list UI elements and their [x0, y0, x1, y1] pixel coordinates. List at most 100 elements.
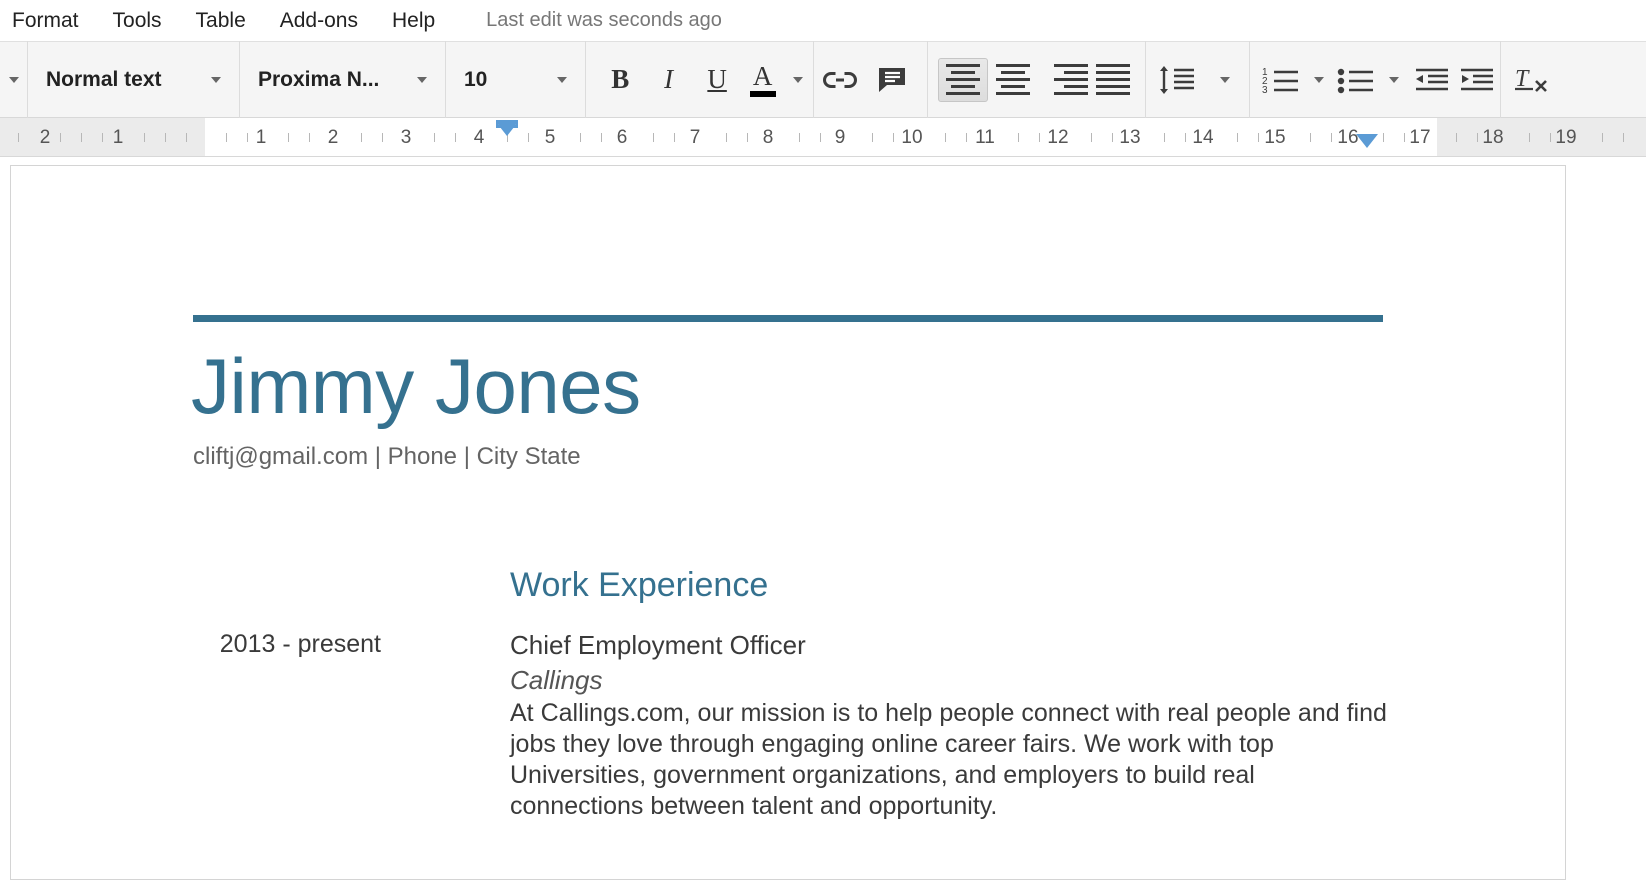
text-color-button[interactable]: A	[741, 54, 784, 106]
bulleted-list-dropdown[interactable]	[1379, 54, 1409, 106]
increase-indent-button[interactable]	[1454, 54, 1500, 106]
numbered-list-icon: 1 2 3	[1262, 67, 1298, 94]
ruler-number: 9	[834, 127, 846, 148]
toolbar-group-font: Proxima N...	[240, 41, 446, 118]
ruler-number: 19	[1555, 127, 1577, 148]
bulleted-list-icon	[1337, 68, 1374, 93]
toolbar-group-align	[928, 41, 1146, 118]
font-family-value: Proxima N...	[258, 67, 380, 91]
font-family-select[interactable]: Proxima N...	[240, 54, 445, 106]
bulleted-list-button[interactable]	[1333, 54, 1379, 106]
text-color-dropdown[interactable]	[784, 54, 813, 106]
resume-contact-line: cliftj@gmail.com | Phone | City State	[193, 443, 581, 470]
align-justify-icon	[1096, 64, 1130, 67]
ruler-number: 17	[1409, 127, 1431, 148]
ruler-number: 15	[1264, 127, 1286, 148]
increase-indent-icon	[1461, 68, 1494, 90]
document-canvas[interactable]: Jimmy Jones cliftj@gmail.com | Phone | C…	[0, 157, 1646, 880]
underline-button[interactable]: U	[693, 54, 741, 106]
menu-help[interactable]: Help	[375, 0, 452, 41]
entry-company: Callings	[510, 665, 603, 695]
align-justify-button[interactable]	[1088, 58, 1138, 102]
toolbar-group-clear: T	[1500, 41, 1600, 118]
insert-link-button[interactable]	[814, 54, 866, 106]
document-page[interactable]: Jimmy Jones cliftj@gmail.com | Phone | C…	[10, 165, 1566, 880]
toolbar-group-style: Normal text	[28, 41, 240, 118]
ruler-number: 3	[400, 127, 412, 148]
chevron-down-icon	[793, 76, 804, 83]
toolbar-group-text-format: B I U A	[586, 41, 814, 118]
chevron-down-icon	[211, 76, 221, 83]
ruler-number: 2	[39, 127, 51, 148]
paragraph-style-select[interactable]: Normal text	[28, 54, 239, 106]
svg-text:3: 3	[1262, 85, 1268, 94]
numbered-list-button[interactable]: 1 2 3	[1258, 54, 1304, 106]
align-left-icon	[946, 64, 980, 67]
decrease-indent-button[interactable]	[1409, 54, 1455, 106]
section-heading-work-experience: Work Experience	[510, 566, 769, 604]
insert-comment-button[interactable]	[866, 54, 918, 106]
right-indent-marker[interactable]	[1356, 134, 1378, 148]
ruler-number: 14	[1192, 127, 1214, 148]
ruler-number: 7	[689, 127, 701, 148]
link-icon	[823, 71, 857, 88]
add-comment-icon	[879, 67, 905, 92]
ruler-right-margin-zone	[1437, 118, 1646, 156]
last-edit-status[interactable]: Last edit was seconds ago	[486, 0, 722, 41]
bold-button[interactable]: B	[596, 54, 644, 106]
chevron-down-icon	[1313, 76, 1324, 83]
document-ruler[interactable]: 2 1 1 2 3 4 5 6 7 8 9 10 11 12 13 14 15 …	[0, 118, 1646, 157]
resume-name: Jimmy Jones	[191, 342, 641, 430]
menu-bar: Format Tools Table Add-ons Help Last edi…	[0, 0, 1646, 41]
font-size-value: 10	[464, 67, 488, 91]
ruler-number: 5	[544, 127, 556, 148]
paragraph-style-value: Normal text	[46, 67, 162, 91]
menu-addons[interactable]: Add-ons	[263, 0, 375, 41]
align-center-button[interactable]	[988, 58, 1038, 102]
align-right-icon	[1054, 64, 1088, 67]
ruler-number: 10	[901, 127, 923, 148]
chevron-down-icon	[1388, 76, 1399, 83]
numbered-list-dropdown[interactable]	[1304, 54, 1334, 106]
entry-description: At Callings.com, our mission is to help …	[510, 699, 1387, 820]
ruler-number: 18	[1482, 127, 1504, 148]
toolbar-overflow-dropdown[interactable]	[0, 54, 27, 106]
align-right-button[interactable]	[1038, 58, 1088, 102]
ruler-number: 1	[255, 127, 267, 148]
align-left-button[interactable]	[938, 57, 988, 102]
entry-dates: 2013 - present	[219, 630, 381, 658]
align-center-icon	[996, 64, 1030, 67]
ruler-number: 8	[762, 127, 774, 148]
ruler-number: 4	[473, 127, 485, 148]
chevron-down-icon	[1220, 76, 1230, 83]
ruler-number: 1	[112, 127, 124, 148]
chevron-down-icon	[8, 76, 19, 83]
clear-formatting-button[interactable]: T	[1501, 54, 1563, 106]
text-color-swatch	[749, 91, 776, 97]
toolbar-group-overflow	[0, 41, 28, 118]
line-spacing-dropdown[interactable]	[1208, 54, 1242, 106]
toolbar-group-line-spacing	[1146, 41, 1250, 118]
toolbar-group-insert	[814, 41, 928, 118]
menu-tools[interactable]: Tools	[96, 0, 179, 41]
ruler-number: 11	[975, 127, 995, 148]
line-spacing-icon	[1160, 65, 1194, 94]
ruler-number: 12	[1047, 127, 1069, 148]
entry-job-title: Chief Employment Officer	[510, 630, 806, 660]
left-indent-marker[interactable]	[496, 122, 518, 136]
font-size-select[interactable]: 10	[446, 54, 585, 106]
clear-formatting-icon: T	[1515, 66, 1547, 92]
chevron-down-icon	[417, 76, 427, 83]
decrease-indent-icon	[1415, 68, 1448, 90]
menu-format[interactable]: Format	[0, 0, 96, 41]
menu-table[interactable]: Table	[179, 0, 263, 41]
line-spacing-button[interactable]	[1146, 54, 1208, 106]
ruler-number: 6	[616, 127, 628, 148]
ruler-number: 13	[1119, 127, 1141, 148]
formatting-toolbar: Normal text Proxima N... 10 B I U A 1 2 …	[0, 41, 1646, 118]
header-divider-rule	[193, 315, 1383, 322]
text-color-glyph: A	[752, 61, 773, 91]
italic-button[interactable]: I	[644, 54, 692, 106]
chevron-down-icon	[557, 76, 567, 83]
toolbar-group-font-size: 10	[446, 41, 586, 118]
